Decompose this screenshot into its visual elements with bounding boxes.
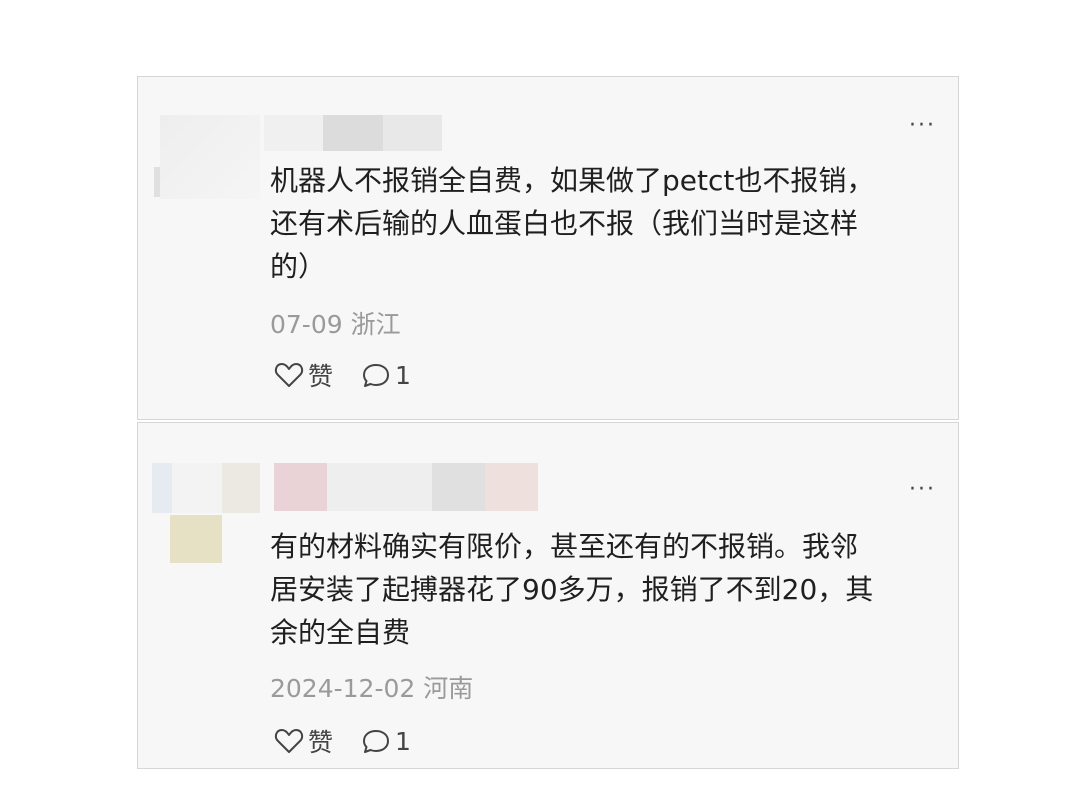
reply-button[interactable]: 1: [361, 727, 411, 756]
comment-card: ··· 有的材料确实有限价，甚至还有的不报销。我邻 居安装了起搏器花了90多万，…: [137, 422, 959, 769]
reply-count: 1: [395, 726, 411, 756]
comment-text: 机器人不报销全自费，如果做了petct也不报销， 还有术后输的人血蛋白也不报（我…: [270, 164, 875, 283]
heart-outline-icon: [274, 363, 304, 387]
heart-outline-icon: [274, 729, 304, 753]
avatar[interactable]: [152, 463, 262, 565]
username-blurred[interactable]: [264, 115, 442, 151]
comment-location: 河南: [423, 674, 474, 703]
avatar[interactable]: [154, 115, 260, 199]
comment-card: ··· 机器人不报销全自费，如果做了petct也不报销， 还有术后输的人血蛋白也…: [137, 76, 959, 420]
reply-count: 1: [395, 360, 411, 390]
more-options-icon[interactable]: ···: [909, 479, 936, 501]
like-label: 赞: [308, 728, 334, 757]
comment-meta: 2024-12-02 河南: [270, 669, 473, 705]
like-button[interactable]: 赞: [274, 357, 333, 393]
comment-meta: 07-09 浙江: [270, 305, 401, 341]
comment-actions: 赞 1: [274, 723, 411, 759]
more-options-icon[interactable]: ···: [909, 115, 936, 137]
comment-date: 2024-12-02: [270, 674, 416, 703]
speech-bubble-icon: [363, 730, 390, 753]
reply-button[interactable]: 1: [361, 361, 411, 390]
comment-date: 07-09: [270, 310, 343, 339]
speech-bubble-icon: [363, 364, 390, 387]
username-blurred[interactable]: [274, 463, 538, 511]
comment-actions: 赞 1: [274, 357, 411, 393]
like-label: 赞: [308, 362, 334, 391]
like-button[interactable]: 赞: [274, 723, 333, 759]
comment-location: 浙江: [350, 310, 401, 339]
comment-text: 有的材料确实有限价，甚至还有的不报销。我邻 居安装了起搏器花了90多万，报销了不…: [270, 530, 874, 649]
